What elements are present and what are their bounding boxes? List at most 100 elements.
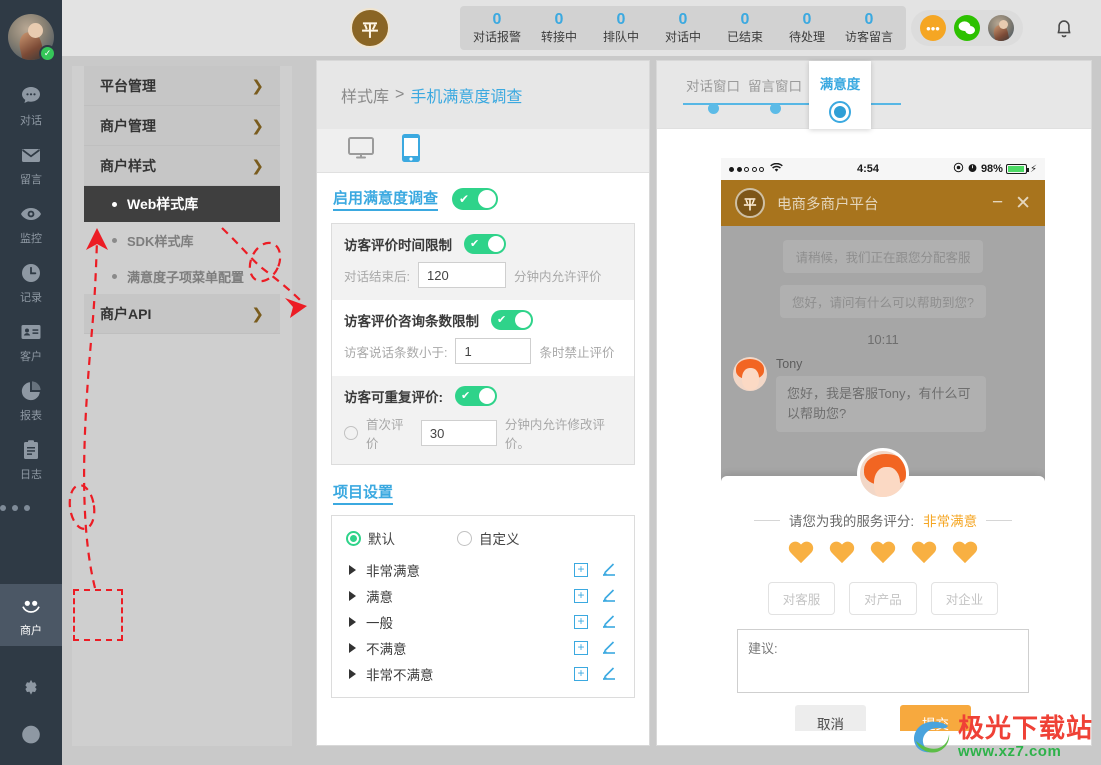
pencil-icon[interactable] xyxy=(598,666,620,682)
sidebar-item-customer[interactable]: 客户 xyxy=(0,312,62,371)
envelope-icon xyxy=(18,142,44,168)
menu-item-platform-management[interactable]: 平台管理 ❯ xyxy=(84,66,280,106)
rating-item-label: 不满意 xyxy=(366,638,564,658)
time-limit-input[interactable] xyxy=(418,262,506,288)
sidebar-item-report[interactable]: 报表 xyxy=(0,371,62,430)
menu-item-merchant-management[interactable]: 商户管理 ❯ xyxy=(84,106,280,146)
rating-item-row[interactable]: 非常不满意 + xyxy=(346,661,620,687)
agent-avatar xyxy=(857,448,909,500)
tag-company[interactable]: 对企业 xyxy=(931,582,999,615)
rail-avatar-wrap[interactable]: ✓ xyxy=(8,14,54,60)
sidebar-item-chat[interactable]: 对话 xyxy=(0,76,62,135)
sidebar-item-merchant[interactable]: 商户 xyxy=(0,584,62,646)
plus-icon[interactable]: + xyxy=(574,563,588,577)
pencil-icon[interactable] xyxy=(598,614,620,630)
stat-value: 0 xyxy=(714,11,776,29)
rating-item-row[interactable]: 不满意 + xyxy=(346,635,620,661)
sidebar-item-monitor[interactable]: 监控 xyxy=(0,194,62,253)
message-count-head: 访客评价咨询条数限制 ✔ xyxy=(344,310,622,330)
desktop-icon[interactable] xyxy=(347,135,375,166)
sidebar-item-log[interactable]: 日志 xyxy=(0,430,62,489)
bell-icon[interactable] xyxy=(1053,16,1075,45)
chevron-right-icon: ❯ xyxy=(251,117,264,135)
sidebar-item-label: 报表 xyxy=(20,407,42,423)
rating-item-row[interactable]: 满意 + xyxy=(346,583,620,609)
message-count-toggle[interactable]: ✔ xyxy=(491,310,533,330)
top-header: 平 0 对话报警 0 转接中 0 排队中 0 对话中 0 已结束 xyxy=(62,0,1101,56)
more-dots-icon[interactable] xyxy=(0,505,62,511)
stat-visitor-message[interactable]: 0 访客留言 xyxy=(838,11,900,45)
cancel-button[interactable]: 取消 xyxy=(795,705,866,731)
chat-bubble-icon[interactable]: ••• xyxy=(920,15,946,41)
submenu-item-sdk-style-library[interactable]: SDK样式库 xyxy=(84,222,280,258)
plus-icon[interactable]: + xyxy=(574,641,588,655)
wechat-icon[interactable] xyxy=(954,15,980,41)
avatar[interactable] xyxy=(988,15,1014,41)
expand-triangle-icon[interactable] xyxy=(349,617,356,627)
heart-icon[interactable] xyxy=(870,542,896,566)
heart-icon[interactable] xyxy=(952,542,978,566)
mode-custom-option[interactable]: 自定义 xyxy=(457,528,520,548)
expand-triangle-icon[interactable] xyxy=(349,565,356,575)
plus-icon[interactable]: + xyxy=(574,589,588,603)
first-rating-radio[interactable] xyxy=(344,426,358,440)
power-icon xyxy=(18,721,44,747)
rating-item-row[interactable]: 一般 + xyxy=(346,609,620,635)
rating-item-label: 满意 xyxy=(366,586,564,606)
settings-button[interactable] xyxy=(0,665,62,711)
tab-message-window[interactable]: 留言窗口 xyxy=(741,75,809,114)
stat-queuing[interactable]: 0 排队中 xyxy=(590,11,652,45)
plus-icon[interactable]: + xyxy=(574,615,588,629)
step-label: 满意度 xyxy=(820,73,861,93)
suggestion-textarea[interactable]: 建议: xyxy=(737,629,1029,693)
pencil-icon[interactable] xyxy=(598,640,620,656)
mobile-icon[interactable] xyxy=(401,133,421,168)
heart-icon[interactable] xyxy=(911,542,937,566)
time-limit-toggle[interactable]: ✔ xyxy=(464,234,506,254)
sidebar-item-label: 客户 xyxy=(20,348,42,364)
contact-card-icon xyxy=(18,319,44,345)
time-limit-line: 对话结束后: 分钟内允许评价 xyxy=(344,262,622,288)
expand-triangle-icon[interactable] xyxy=(349,669,356,679)
rail-bottom-actions xyxy=(0,665,62,757)
breadcrumb-current[interactable]: 手机满意度调查 xyxy=(410,83,522,107)
submenu-item-satisfaction-submenu-config[interactable]: 满意度子项菜单配置 xyxy=(84,258,280,294)
message-count-input[interactable] xyxy=(455,338,531,364)
tab-satisfaction[interactable]: 满意度 xyxy=(809,61,871,129)
battery-percent: 98% xyxy=(981,163,1003,175)
sidebar-item-record[interactable]: 记录 xyxy=(0,253,62,312)
mode-default-option[interactable]: 默认 xyxy=(346,528,395,548)
sidebar-item-message[interactable]: 留言 xyxy=(0,135,62,194)
pencil-icon[interactable] xyxy=(598,562,620,578)
minimize-icon[interactable]: − xyxy=(992,192,1003,214)
expand-triangle-icon[interactable] xyxy=(349,643,356,653)
submenu-item-web-style-library[interactable]: Web样式库 xyxy=(84,186,280,222)
stat-ended[interactable]: 0 已结束 xyxy=(714,11,776,45)
plus-icon[interactable]: + xyxy=(574,667,588,681)
tag-product[interactable]: 对产品 xyxy=(849,582,917,615)
power-button[interactable] xyxy=(0,711,62,757)
tab-chat-window[interactable]: 对话窗口 xyxy=(679,75,747,114)
stat-transferring[interactable]: 0 转接中 xyxy=(528,11,590,45)
expand-triangle-icon[interactable] xyxy=(349,591,356,601)
heart-icon[interactable] xyxy=(829,542,855,566)
close-icon[interactable]: ✕ xyxy=(1015,192,1031,215)
tag-agent[interactable]: 对客服 xyxy=(768,582,836,615)
menu-item-merchant-style[interactable]: 商户样式 ❯ xyxy=(84,146,280,186)
enable-survey-toggle[interactable]: ✔ xyxy=(452,188,498,210)
stat-in-chat[interactable]: 0 对话中 xyxy=(652,11,714,45)
sidebar-item-label: 监控 xyxy=(20,230,42,246)
repeat-rating-input[interactable] xyxy=(421,420,497,446)
breadcrumb-root[interactable]: 样式库 xyxy=(341,83,389,107)
menu-item-merchant-api[interactable]: 商户API ❯ xyxy=(84,294,280,334)
satisfaction-form: 启用满意度调查 ✔ 访客评价时间限制 ✔ 对话结 xyxy=(317,173,649,698)
merchant-group-icon xyxy=(18,593,44,619)
chat-icon xyxy=(18,83,44,109)
rating-item-row[interactable]: 非常满意 + xyxy=(346,557,620,583)
step-label: 对话窗口 xyxy=(686,75,740,95)
pencil-icon[interactable] xyxy=(598,588,620,604)
heart-icon[interactable] xyxy=(788,542,814,566)
repeat-rating-toggle[interactable]: ✔ xyxy=(455,386,497,406)
stat-alarm[interactable]: 0 对话报警 xyxy=(466,11,528,45)
stat-pending[interactable]: 0 待处理 xyxy=(776,11,838,45)
